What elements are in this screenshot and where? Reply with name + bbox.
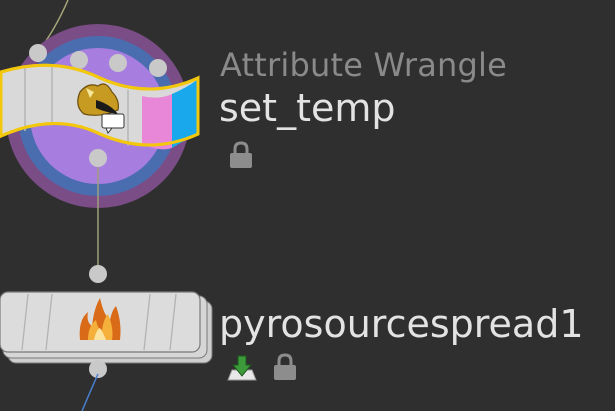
lock-icon[interactable] xyxy=(228,140,254,170)
node-name-pyrosourcespread1[interactable]: pyrosourcespread1 xyxy=(219,302,584,346)
node-color-tail-pink xyxy=(142,94,172,150)
input-connector-1[interactable] xyxy=(29,44,47,62)
input-connector-4[interactable] xyxy=(149,59,167,77)
output-connector[interactable] xyxy=(89,149,107,167)
node-type-label: Attribute Wrangle xyxy=(220,46,508,84)
input-connector-3[interactable] xyxy=(109,54,127,72)
input-connector-pyro[interactable] xyxy=(89,265,107,283)
node-name-set-temp[interactable]: set_temp xyxy=(219,86,396,130)
lock-icon[interactable] xyxy=(272,352,298,382)
download-arrow-icon[interactable] xyxy=(226,354,258,382)
network-editor-canvas[interactable]: Attribute Wrangle set_temp pyrosourcespr… xyxy=(0,0,615,411)
input-connector-2[interactable] xyxy=(70,51,88,69)
output-wire xyxy=(81,373,99,411)
